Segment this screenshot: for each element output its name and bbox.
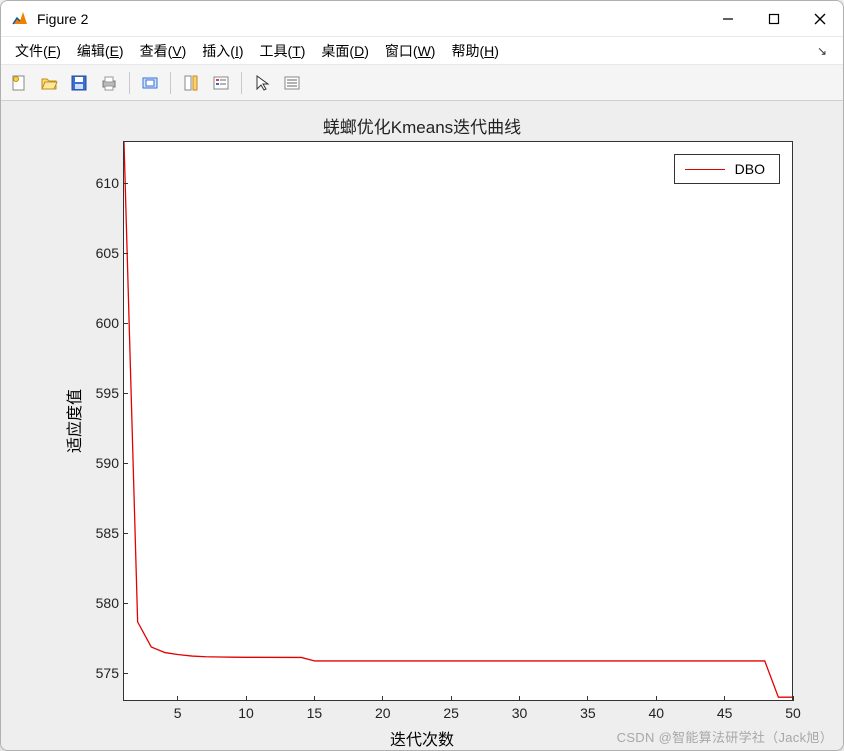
menu-i[interactable]: 插入(I) xyxy=(194,38,251,64)
menu-h[interactable]: 帮助(H) xyxy=(443,38,506,64)
x-tick-mark xyxy=(793,696,794,701)
menu-f[interactable]: 文件(F) xyxy=(7,38,69,64)
save-icon[interactable] xyxy=(65,69,93,97)
y-tick-mark xyxy=(123,463,128,464)
figure-window: Figure 2 文件(F)编辑(E)查看(V)插入(I)工具(T)桌面(D)窗… xyxy=(0,0,844,751)
link-axes-icon[interactable] xyxy=(136,69,164,97)
toolbar-sep xyxy=(241,72,242,94)
menu-w[interactable]: 窗口(W) xyxy=(377,38,444,64)
legend-icon[interactable] xyxy=(207,69,235,97)
x-tick-label: 40 xyxy=(648,705,664,721)
chart-title: 蜣螂优化Kmeans迭代曲线 xyxy=(1,113,843,138)
x-tick-label: 15 xyxy=(307,705,323,721)
watermark: CSDN @智能算法研学社（Jack旭） xyxy=(617,727,833,746)
print-icon[interactable] xyxy=(95,69,123,97)
x-tick-mark xyxy=(587,696,588,701)
data-cursor-icon[interactable] xyxy=(278,69,306,97)
figure-area: 蜣螂优化Kmeans迭代曲线 DBO 适应度值 迭代次数 CSDN @智能算法研… xyxy=(1,101,843,750)
x-tick-mark xyxy=(451,696,452,701)
open-file-icon[interactable] xyxy=(35,69,63,97)
colorbar-icon[interactable] xyxy=(177,69,205,97)
y-tick-mark xyxy=(123,323,128,324)
axes[interactable]: DBO xyxy=(123,141,793,701)
y-tick-label: 605 xyxy=(79,245,119,261)
x-tick-mark xyxy=(519,696,520,701)
y-tick-mark xyxy=(123,393,128,394)
minimize-button[interactable] xyxy=(705,1,751,37)
y-tick-label: 580 xyxy=(79,595,119,611)
x-tick-mark xyxy=(382,696,383,701)
window-controls xyxy=(705,1,843,37)
x-tick-label: 30 xyxy=(512,705,528,721)
x-tick-label: 20 xyxy=(375,705,391,721)
x-tick-label: 50 xyxy=(785,705,801,721)
x-tick-mark xyxy=(246,696,247,701)
y-tick-mark xyxy=(123,673,128,674)
x-tick-mark xyxy=(724,696,725,701)
matlab-icon xyxy=(11,10,29,28)
x-tick-mark xyxy=(314,696,315,701)
y-tick-label: 575 xyxy=(79,665,119,681)
maximize-button[interactable] xyxy=(751,1,797,37)
y-tick-mark xyxy=(123,533,128,534)
menu-e[interactable]: 编辑(E) xyxy=(69,38,132,64)
menu-t[interactable]: 工具(T) xyxy=(252,38,314,64)
close-button[interactable] xyxy=(797,1,843,37)
y-tick-mark xyxy=(123,603,128,604)
window-title: Figure 2 xyxy=(37,11,705,27)
menubar: 文件(F)编辑(E)查看(V)插入(I)工具(T)桌面(D)窗口(W)帮助(H)… xyxy=(1,37,843,65)
y-tick-mark xyxy=(123,183,128,184)
y-tick-label: 585 xyxy=(79,525,119,541)
y-tick-label: 600 xyxy=(79,315,119,331)
line-series-dbo xyxy=(124,142,792,700)
y-tick-label: 595 xyxy=(79,385,119,401)
x-tick-mark xyxy=(656,696,657,701)
y-tick-label: 590 xyxy=(79,455,119,471)
menu-overflow-icon[interactable]: ↘ xyxy=(807,44,837,58)
new-file-icon[interactable] xyxy=(5,69,33,97)
x-tick-label: 5 xyxy=(174,705,182,721)
legend-label: DBO xyxy=(735,161,765,177)
menu-d[interactable]: 桌面(D) xyxy=(313,38,376,64)
toolbar-sep xyxy=(170,72,171,94)
x-tick-label: 45 xyxy=(717,705,733,721)
legend[interactable]: DBO xyxy=(674,154,780,184)
menu-v[interactable]: 查看(V) xyxy=(132,38,195,64)
y-tick-mark xyxy=(123,253,128,254)
toolbar xyxy=(1,65,843,101)
x-tick-label: 25 xyxy=(443,705,459,721)
x-tick-label: 10 xyxy=(238,705,254,721)
legend-swatch-dbo xyxy=(685,169,725,170)
y-tick-label: 610 xyxy=(79,175,119,191)
toolbar-sep xyxy=(129,72,130,94)
pointer-icon[interactable] xyxy=(248,69,276,97)
x-tick-label: 35 xyxy=(580,705,596,721)
x-tick-mark xyxy=(177,696,178,701)
titlebar: Figure 2 xyxy=(1,1,843,37)
